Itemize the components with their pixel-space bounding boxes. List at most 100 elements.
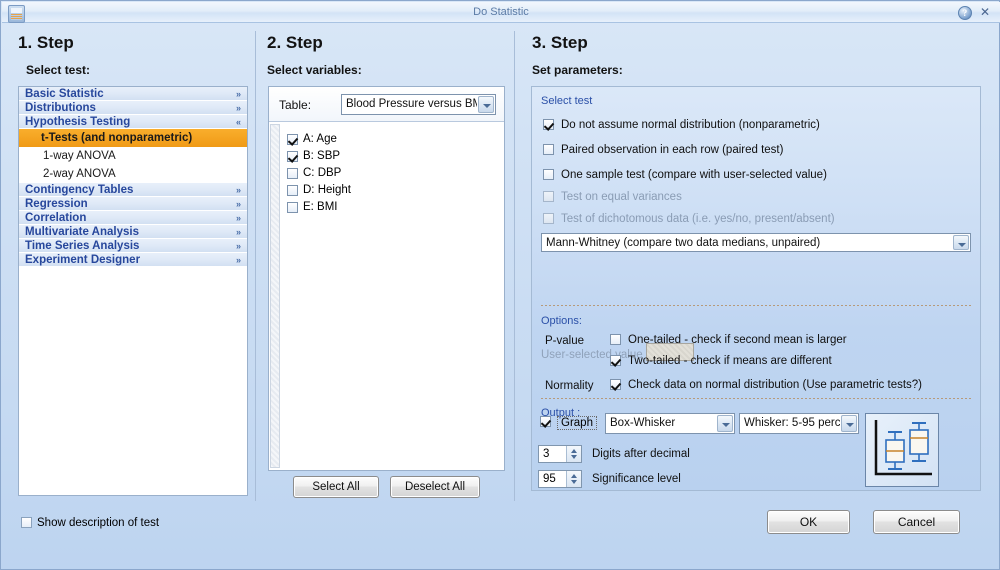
group-label: Experiment Designer <box>25 254 141 266</box>
divider-1 <box>255 31 256 501</box>
variable-item-age[interactable]: A: Age <box>269 131 504 148</box>
cancel-button[interactable]: Cancel <box>873 510 960 534</box>
variables-list[interactable]: A: Age B: SBP C: DBP D: Height E: BMI <box>269 122 504 470</box>
chevron-down-icon[interactable] <box>717 415 733 432</box>
test-item-t-tests[interactable]: t-Tests (and nonparametric) <box>19 129 247 147</box>
test-group-correlation[interactable]: Correlation » <box>19 211 247 225</box>
check-normality[interactable]: Check data on normal distribution (Use p… <box>610 379 922 392</box>
check-label: One-tailed - check if second mean is lar… <box>628 334 847 346</box>
group-label: Distributions <box>25 102 96 114</box>
test-group-hypothesis-testing[interactable]: Hypothesis Testing « <box>19 115 247 129</box>
help-icon[interactable]: ? <box>958 6 972 20</box>
test-group-multivariate-analysis[interactable]: Multivariate Analysis » <box>19 225 247 239</box>
variable-item-height[interactable]: D: Height <box>269 182 504 199</box>
significance-value: 95 <box>543 473 556 485</box>
dialog-window: Do Statistic ? ✕ 1. Step Select test: Ba… <box>0 0 1000 570</box>
test-item-1-way-anova[interactable]: 1-way ANOVA <box>19 147 247 165</box>
box-whisker-preview-icon <box>865 413 939 487</box>
digits-stepper[interactable]: 3 <box>538 445 582 463</box>
check-two-tailed[interactable]: Two-tailed - check if means are differen… <box>610 355 832 368</box>
chevron-down-icon: » <box>235 255 241 265</box>
table-dropdown-value: Blood Pressure versus BM <box>346 98 477 110</box>
show-description-label: Show description of test <box>37 517 160 529</box>
normality-label: Normality <box>545 380 594 392</box>
test-group-regression[interactable]: Regression » <box>19 197 247 211</box>
significance-label: Significance level <box>592 473 681 485</box>
stepper-arrows-icon[interactable] <box>566 471 581 487</box>
whisker-value: Whisker: 5-95 perce <box>744 417 840 429</box>
check-paired-observation[interactable]: Paired observation in each row (paired t… <box>543 144 783 157</box>
group-label: Contingency Tables <box>25 184 134 196</box>
check-nonparametric[interactable]: Do not assume normal distribution (nonpa… <box>543 119 820 132</box>
checkbox-box <box>543 213 554 224</box>
check-label: Do not assume normal distribution (nonpa… <box>561 119 820 131</box>
chevron-down-icon: » <box>235 227 241 237</box>
variable-item-dbp[interactable]: C: DBP <box>269 165 504 182</box>
select-test-section-label: Select test <box>541 95 593 107</box>
test-group-time-series-analysis[interactable]: Time Series Analysis » <box>19 239 247 253</box>
checkbox-box[interactable] <box>287 168 298 179</box>
test-group-distributions[interactable]: Distributions » <box>19 101 247 115</box>
divider-2 <box>514 31 515 501</box>
check-label: Two-tailed - check if means are differen… <box>628 355 832 367</box>
variable-label: A: Age <box>303 133 337 145</box>
test-group-contingency-tables[interactable]: Contingency Tables » <box>19 183 247 197</box>
check-label: One sample test (compare with user-selec… <box>561 169 827 181</box>
group-label: Basic Statistic <box>25 88 104 100</box>
chevron-down-icon[interactable] <box>953 235 969 250</box>
test-list[interactable]: Basic Statistic » Distributions » Hypoth… <box>18 86 248 496</box>
pvalue-label: P-value <box>545 335 584 347</box>
whisker-dropdown[interactable]: Whisker: 5-95 perce <box>739 413 859 434</box>
deselect-all-button[interactable]: Deselect All <box>390 476 480 498</box>
checkbox-box[interactable] <box>610 379 621 390</box>
test-method-value: Mann-Whitney (compare two data medians, … <box>546 237 821 249</box>
ok-button[interactable]: OK <box>767 510 850 534</box>
graph-type-value: Box-Whisker <box>610 417 676 429</box>
checkbox-box[interactable] <box>287 151 298 162</box>
checkbox-box[interactable] <box>287 134 298 145</box>
graph-type-dropdown[interactable]: Box-Whisker <box>605 413 735 434</box>
check-one-sample-test[interactable]: One sample test (compare with user-selec… <box>543 169 827 182</box>
checkbox-box[interactable] <box>287 202 298 213</box>
variable-label: B: SBP <box>303 150 341 162</box>
table-dropdown[interactable]: Blood Pressure versus BM <box>341 94 496 115</box>
checkbox-box[interactable] <box>610 334 621 345</box>
chevron-down-icon[interactable] <box>841 415 857 432</box>
significance-stepper[interactable]: 95 <box>538 470 582 488</box>
step3-title: 3. Step <box>532 33 588 52</box>
group-label: Time Series Analysis <box>25 240 140 252</box>
show-description-checkbox[interactable]: Show description of test <box>21 517 159 530</box>
checkbox-box <box>21 517 32 528</box>
stepper-arrows-icon[interactable] <box>566 446 581 462</box>
check-one-tailed[interactable]: One-tailed - check if second mean is lar… <box>610 334 847 347</box>
checkbox-box[interactable] <box>287 185 298 196</box>
graph-label: Graph <box>557 416 597 430</box>
close-icon[interactable]: ✕ <box>978 5 992 20</box>
check-label: Test of dichotomous data (i.e. yes/no, p… <box>561 213 835 225</box>
chevron-down-icon: » <box>235 199 241 209</box>
test-item-2-way-anova[interactable]: 2-way ANOVA <box>19 165 247 183</box>
variable-item-sbp[interactable]: B: SBP <box>269 148 504 165</box>
window-title: Do Statistic <box>473 6 529 18</box>
checkbox-box[interactable] <box>543 169 554 180</box>
graph-checkbox[interactable]: Graph <box>540 416 597 430</box>
checkbox-box[interactable] <box>540 416 551 427</box>
test-group-basic-statistic[interactable]: Basic Statistic » <box>19 87 247 101</box>
chevron-down-icon: » <box>235 213 241 223</box>
test-method-dropdown[interactable]: Mann-Whitney (compare two data medians, … <box>541 233 971 252</box>
chevron-down-icon[interactable] <box>478 96 494 113</box>
group-label: Hypothesis Testing <box>25 116 131 128</box>
test-group-experiment-designer[interactable]: Experiment Designer » <box>19 253 247 267</box>
variable-label: D: Height <box>303 184 351 196</box>
checkbox-box[interactable] <box>610 355 621 366</box>
check-dichotomous-data: Test of dichotomous data (i.e. yes/no, p… <box>543 213 835 226</box>
table-selector-row: Table: Blood Pressure versus BM <box>269 87 504 122</box>
checkbox-box[interactable] <box>543 144 554 155</box>
checkbox-box[interactable] <box>543 119 554 130</box>
select-all-button[interactable]: Select All <box>293 476 379 498</box>
table-label: Table: <box>279 98 312 112</box>
variable-item-bmi[interactable]: E: BMI <box>269 199 504 216</box>
checkbox-box <box>543 191 554 202</box>
group-label: Multivariate Analysis <box>25 226 139 238</box>
chevron-up-icon: « <box>235 117 241 127</box>
